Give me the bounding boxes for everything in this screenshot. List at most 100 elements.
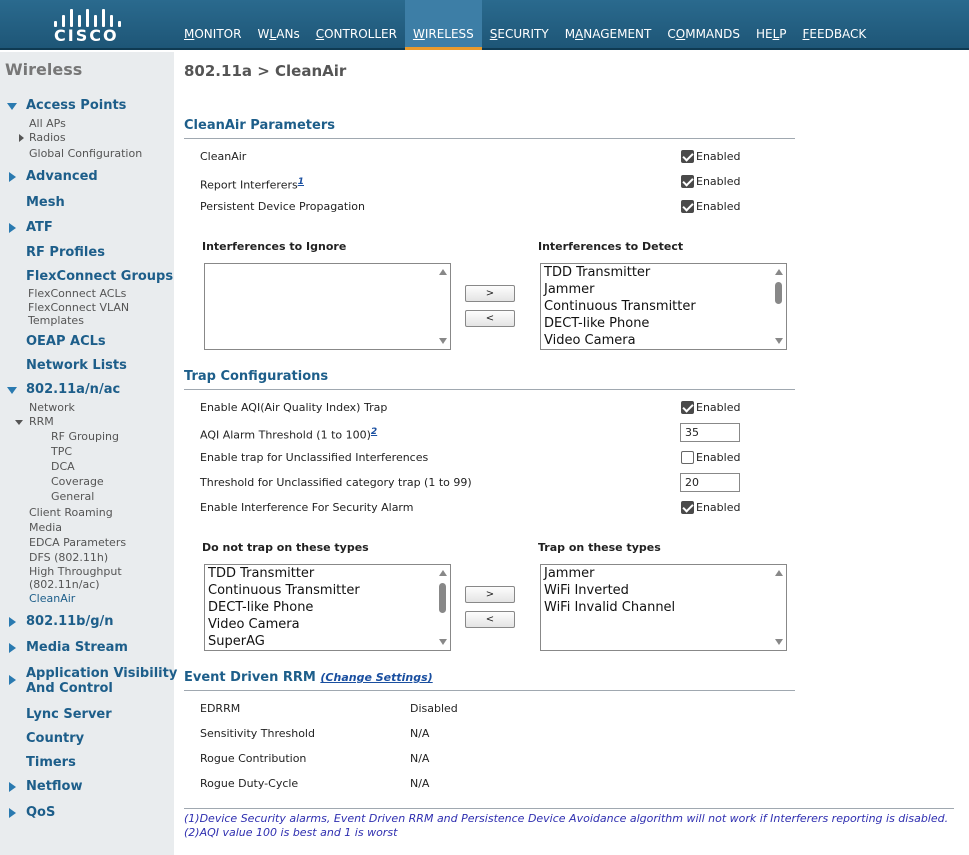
expand-right-icon[interactable] (9, 808, 16, 818)
list-option[interactable]: TDD Transmitter (205, 565, 450, 582)
sidebar-item-all-aps[interactable]: All APs (29, 117, 66, 130)
expand-right-icon[interactable] (9, 223, 16, 233)
listbox-scrollbar[interactable] (436, 565, 450, 650)
sidebar-item-general[interactable]: General (51, 490, 94, 503)
expand-right-icon[interactable] (9, 172, 16, 182)
sidebar-item-80211bgn[interactable]: 802.11b/g/n (26, 614, 114, 629)
list-option[interactable]: Continuous Transmitter (205, 582, 450, 599)
scroll-down-icon[interactable] (775, 338, 783, 344)
sidebar-item-access-points[interactable]: Access Points (26, 98, 126, 113)
unclassified-trap-checkbox[interactable]: Enabled (681, 451, 740, 464)
expand-right-icon[interactable] (9, 643, 16, 653)
checkbox-checked-icon[interactable] (681, 175, 694, 188)
checkbox-checked-icon[interactable] (681, 150, 694, 163)
sidebar-item-lync-server[interactable]: Lync Server (26, 707, 112, 722)
aqi-threshold-input[interactable]: 35 (680, 423, 740, 442)
scroll-down-icon[interactable] (439, 338, 447, 344)
menu-security[interactable]: SECURITY (482, 0, 557, 50)
sidebar-item-flexconnect-vlan[interactable]: FlexConnect VLAN (28, 301, 129, 314)
listbox-scrollbar[interactable] (772, 565, 786, 650)
sidebar-item-dca[interactable]: DCA (51, 460, 75, 473)
interferences-to-ignore-listbox[interactable] (204, 263, 451, 350)
list-option[interactable]: Continuous Transmitter (541, 298, 786, 315)
list-option[interactable]: Video Camera (541, 332, 786, 349)
menu-feedback[interactable]: FEEDBACK (795, 0, 875, 50)
trap-on-types-listbox[interactable]: Jammer WiFi Inverted WiFi Invalid Channe… (540, 564, 787, 651)
do-not-trap-listbox[interactable]: TDD Transmitter Continuous Transmitter D… (204, 564, 451, 651)
sidebar-item-network[interactable]: Network (29, 401, 75, 414)
cleanair-checkbox[interactable]: Enabled (681, 150, 740, 163)
scroll-thumb[interactable] (439, 583, 446, 613)
add-to-trap-button[interactable]: > (465, 586, 515, 603)
sidebar-item-rf-profiles[interactable]: RF Profiles (26, 245, 105, 260)
expand-right-icon[interactable] (9, 617, 16, 627)
checkbox-checked-icon[interactable] (681, 401, 694, 414)
list-option[interactable]: Jammer (541, 565, 786, 582)
report-interferers-checkbox[interactable]: Enabled (681, 175, 740, 188)
sidebar-item-network-lists[interactable]: Network Lists (26, 358, 127, 373)
scroll-down-icon[interactable] (439, 639, 447, 645)
scroll-up-icon[interactable] (775, 570, 783, 576)
menu-monitor[interactable]: MONITOR (176, 0, 249, 50)
footnote-1-link[interactable]: 1 (298, 177, 304, 187)
sidebar-item-application-visibility[interactable]: Application Visibility (26, 666, 177, 681)
sidebar-item-atf[interactable]: ATF (26, 220, 53, 235)
expand-right-icon[interactable] (9, 782, 16, 792)
security-alarm-checkbox[interactable]: Enabled (681, 501, 740, 514)
sidebar-item-high-throughput[interactable]: High Throughput (29, 565, 122, 578)
menu-management[interactable]: MANAGEMENT (557, 0, 660, 50)
expand-down-icon[interactable] (7, 387, 17, 394)
sidebar-item-rrm[interactable]: RRM (29, 415, 54, 428)
list-option[interactable]: Video Camera (205, 616, 450, 633)
sidebar-item-media-stream[interactable]: Media Stream (26, 640, 128, 655)
menu-help[interactable]: HELP (748, 0, 795, 50)
interferences-to-detect-listbox[interactable]: TDD Transmitter Jammer Continuous Transm… (540, 263, 787, 350)
scroll-up-icon[interactable] (439, 570, 447, 576)
list-option[interactable]: SuperAG (205, 633, 450, 650)
sidebar-item-edca-parameters[interactable]: EDCA Parameters (29, 536, 126, 549)
sidebar-item-dfs[interactable]: DFS (802.11h) (29, 551, 108, 564)
checkbox-checked-icon[interactable] (681, 501, 694, 514)
listbox-scrollbar[interactable] (772, 264, 786, 349)
sidebar-item-qos[interactable]: QoS (26, 805, 55, 820)
scroll-up-icon[interactable] (775, 269, 783, 275)
list-option[interactable]: WiFi Inverted (541, 582, 786, 599)
menu-wireless[interactable]: WIRELESS (404, 0, 482, 50)
sidebar-item-flexconnect-groups[interactable]: FlexConnect Groups (26, 269, 173, 284)
aqi-trap-checkbox[interactable]: Enabled (681, 401, 740, 414)
expand-right-icon[interactable] (9, 675, 16, 685)
add-to-detect-button[interactable]: > (465, 285, 515, 302)
list-option[interactable]: TDD Transmitter (541, 264, 786, 281)
sidebar-item-cleanair[interactable]: CleanAir (29, 592, 75, 605)
sidebar-item-rf-grouping[interactable]: RF Grouping (51, 430, 119, 443)
sidebar-item-global-configuration[interactable]: Global Configuration (29, 147, 142, 160)
footnote-2-link[interactable]: 2 (371, 427, 377, 437)
sidebar-item-radios[interactable]: Radios (29, 131, 66, 144)
list-option[interactable]: DECT-like Phone (541, 315, 786, 332)
sidebar-item-high-throughput-sub[interactable]: (802.11n/ac) (29, 578, 100, 591)
list-option[interactable]: DECT-like Phone (205, 599, 450, 616)
sidebar-item-mesh[interactable]: Mesh (26, 195, 65, 210)
scroll-up-icon[interactable] (439, 269, 447, 275)
menu-commands[interactable]: COMMANDS (659, 0, 748, 50)
menu-controller[interactable]: CONTROLLER (308, 0, 405, 50)
list-option[interactable]: Jammer (541, 281, 786, 298)
sidebar-item-templates[interactable]: Templates (28, 314, 84, 327)
listbox-scrollbar[interactable] (436, 264, 450, 349)
scroll-down-icon[interactable] (775, 639, 783, 645)
sidebar-item-coverage[interactable]: Coverage (51, 475, 104, 488)
sidebar-item-and-control[interactable]: And Control (26, 681, 113, 696)
sidebar-item-oeap-acls[interactable]: OEAP ACLs (26, 334, 106, 349)
list-option[interactable]: WiFi Invalid Channel (541, 599, 786, 616)
move-to-no-trap-button[interactable]: < (465, 611, 515, 628)
checkbox-unchecked-icon[interactable] (681, 451, 694, 464)
expand-right-icon[interactable] (19, 134, 24, 142)
sidebar-item-country[interactable]: Country (26, 731, 84, 746)
scroll-thumb[interactable] (775, 282, 782, 304)
expand-down-icon[interactable] (7, 103, 17, 110)
move-to-ignore-button[interactable]: < (465, 310, 515, 327)
persistent-device-propagation-checkbox[interactable]: Enabled (681, 200, 740, 213)
sidebar-item-client-roaming[interactable]: Client Roaming (29, 506, 113, 519)
menu-wlans[interactable]: WLANs (249, 0, 307, 50)
expand-down-icon[interactable] (15, 420, 23, 425)
